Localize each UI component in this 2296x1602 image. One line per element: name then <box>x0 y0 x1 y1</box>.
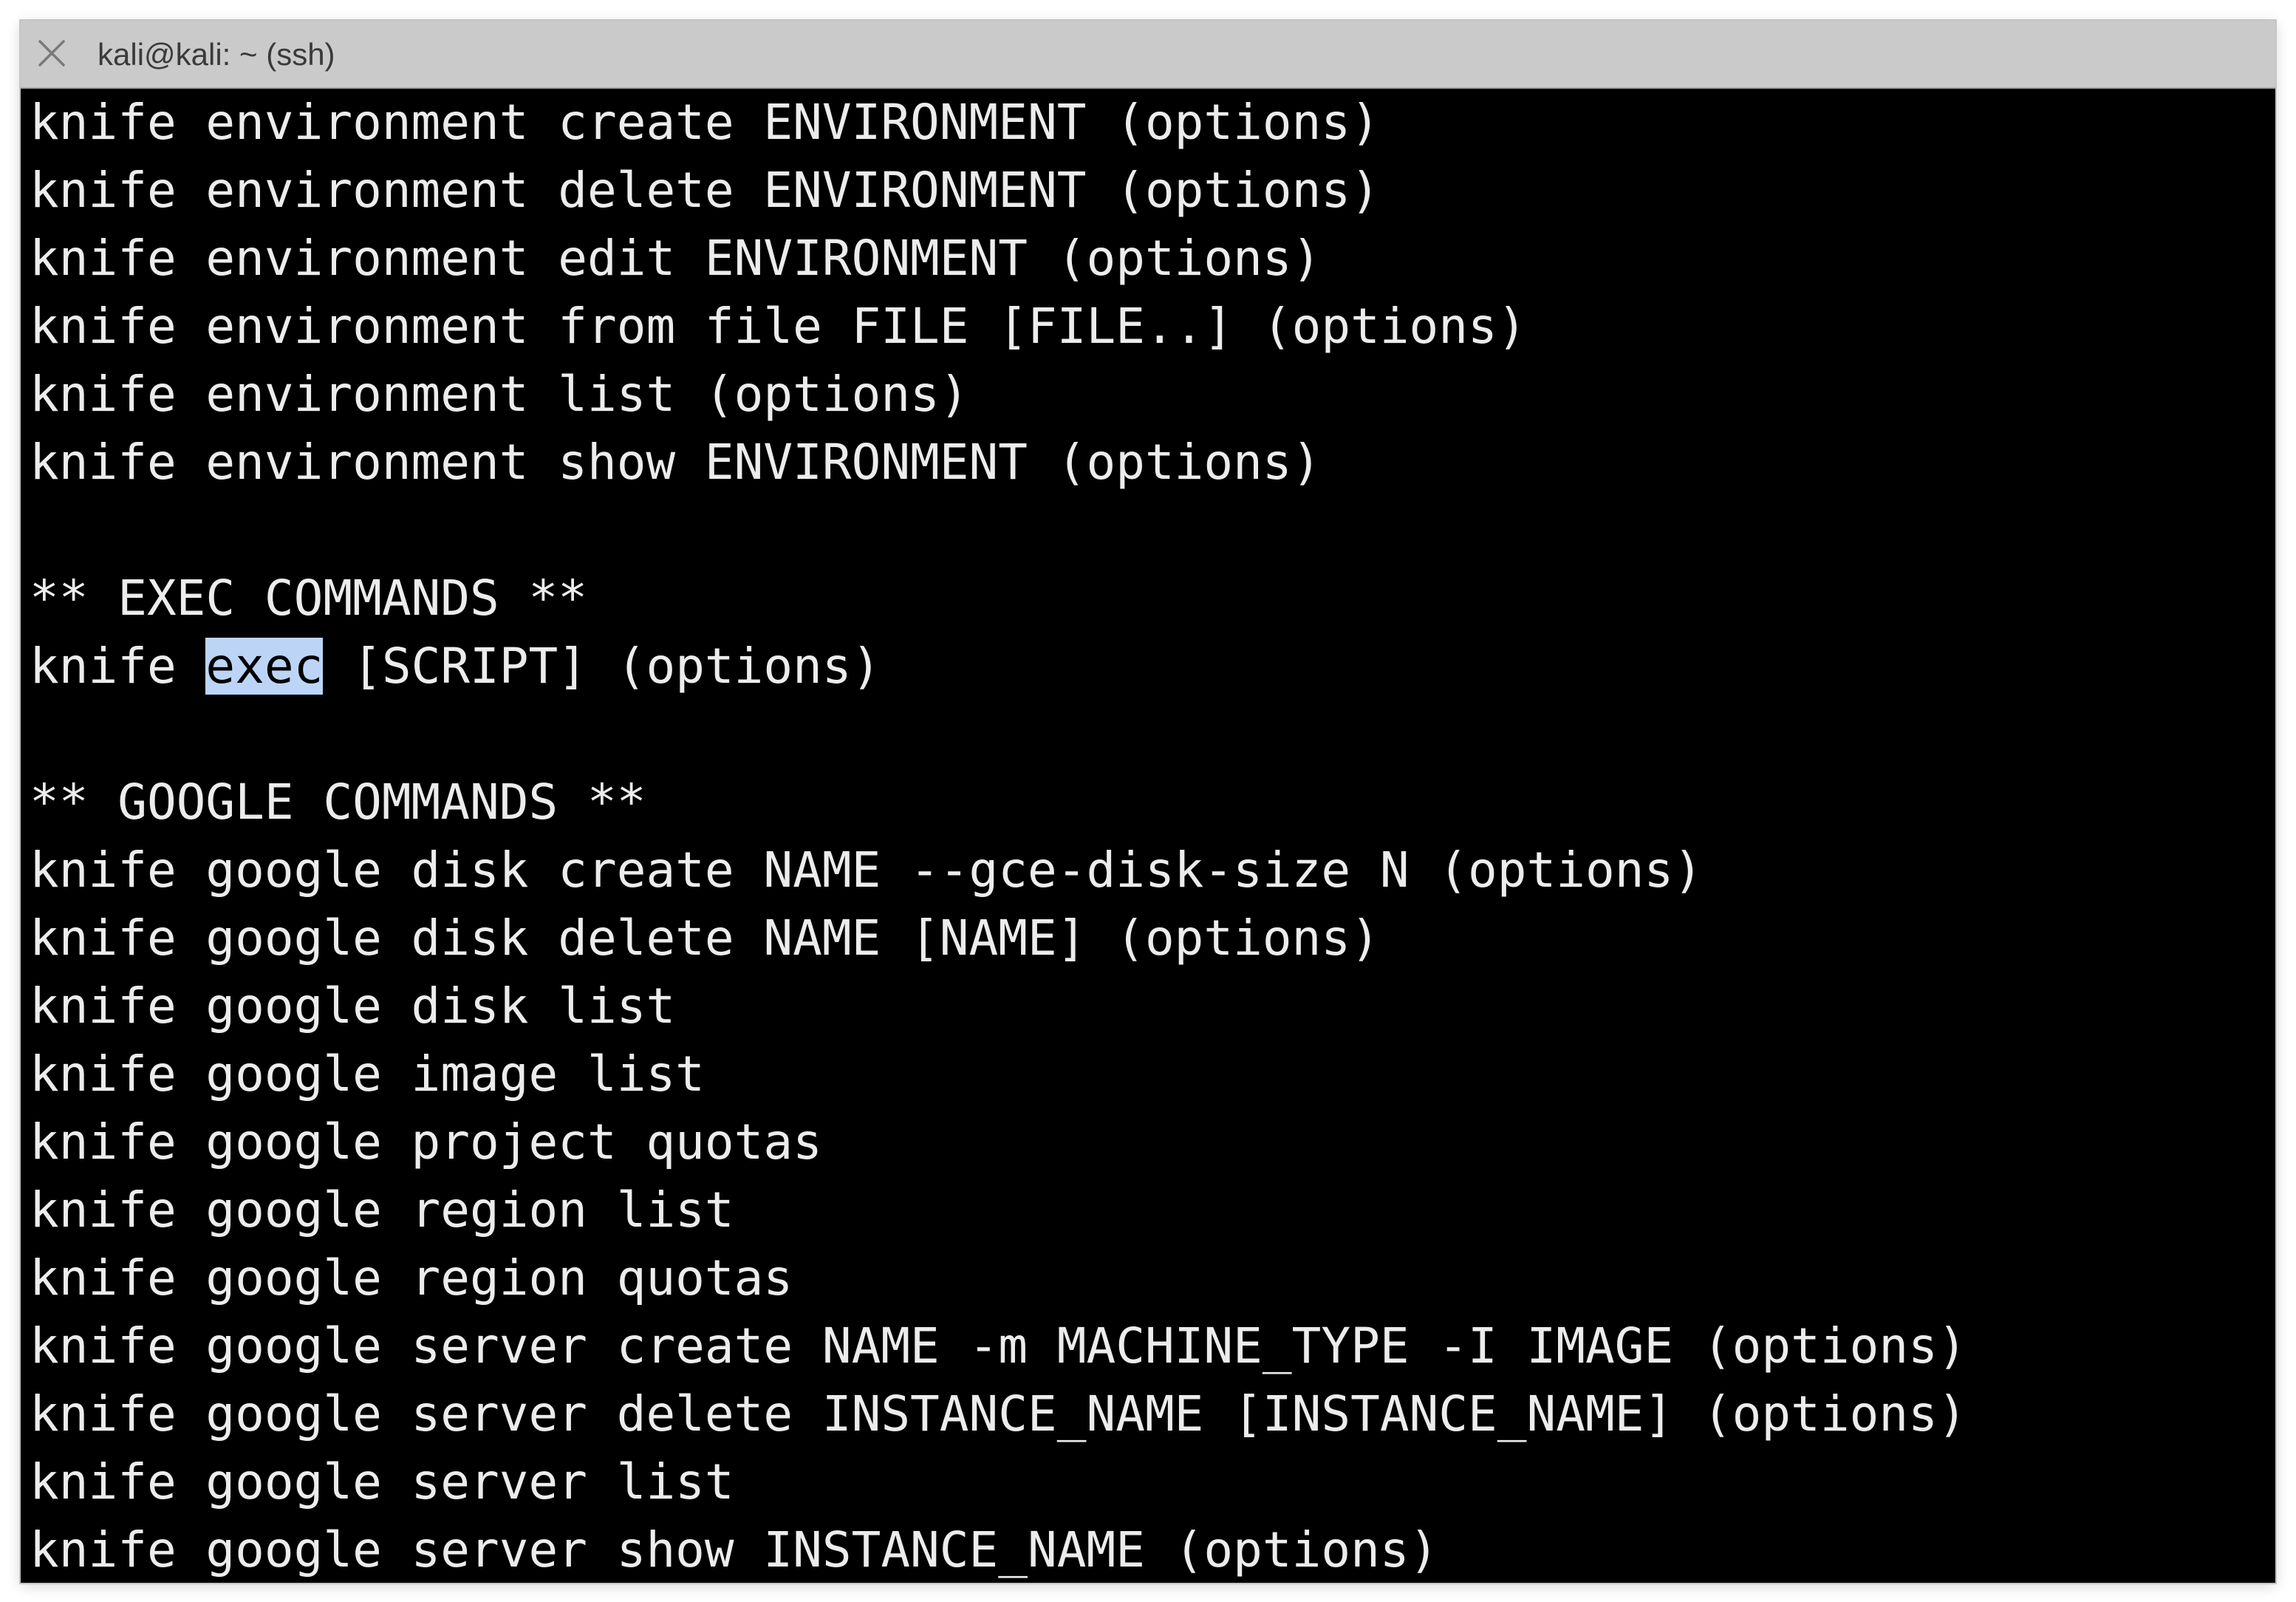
terminal-line: knife google disk delete NAME [NAME] (op… <box>30 910 1380 967</box>
terminal-line: knife environment create ENVIRONMENT (op… <box>30 94 1380 151</box>
terminal-line: knife exec [SCRIPT] (options) <box>30 633 2275 701</box>
close-icon <box>38 40 65 67</box>
terminal-line: knife google region quotas <box>30 1250 793 1306</box>
terminal-line: knife google project quotas <box>30 1114 822 1170</box>
terminal-line: knife environment delete ENVIRONMENT (op… <box>30 162 1380 219</box>
terminal-line: ** EXEC COMMANDS ** <box>30 570 587 627</box>
terminal-line: knife environment list (options) <box>30 366 969 423</box>
terminal-output[interactable]: knife environment create ENVIRONMENT (op… <box>30 89 2275 1583</box>
terminal-line: knife google server show INSTANCE_NAME (… <box>30 1521 1439 1578</box>
terminal-line: knife google server delete INSTANCE_NAME… <box>30 1385 1967 1442</box>
selected-text[interactable]: exec <box>205 638 324 695</box>
terminal-line: knife environment show ENVIRONMENT (opti… <box>30 434 1322 491</box>
terminal-line: knife google disk list <box>30 978 676 1035</box>
terminal-line: knife environment from file FILE [FILE..… <box>30 298 1527 355</box>
window-title: kali@kali: ~ (ssh) <box>98 37 335 72</box>
terminal-line: knife google region list <box>30 1182 734 1238</box>
close-button[interactable] <box>34 35 69 71</box>
terminal-line: knife google image list <box>30 1046 705 1102</box>
title-bar[interactable]: kali@kali: ~ (ssh) <box>21 21 2275 89</box>
terminal-line: ** GOOGLE COMMANDS ** <box>30 774 646 831</box>
terminal-window: kali@kali: ~ (ssh) knife environment cre… <box>21 21 2275 1583</box>
line-text: [SCRIPT] (options) <box>323 638 881 695</box>
terminal-line: knife google disk create NAME --gce-disk… <box>30 842 1703 899</box>
terminal-line: knife google server create NAME -m MACHI… <box>30 1318 1967 1374</box>
line-text: knife <box>30 638 206 695</box>
terminal-line: knife google server list <box>30 1453 734 1510</box>
terminal-line: knife environment edit ENVIRONMENT (opti… <box>30 230 1322 287</box>
